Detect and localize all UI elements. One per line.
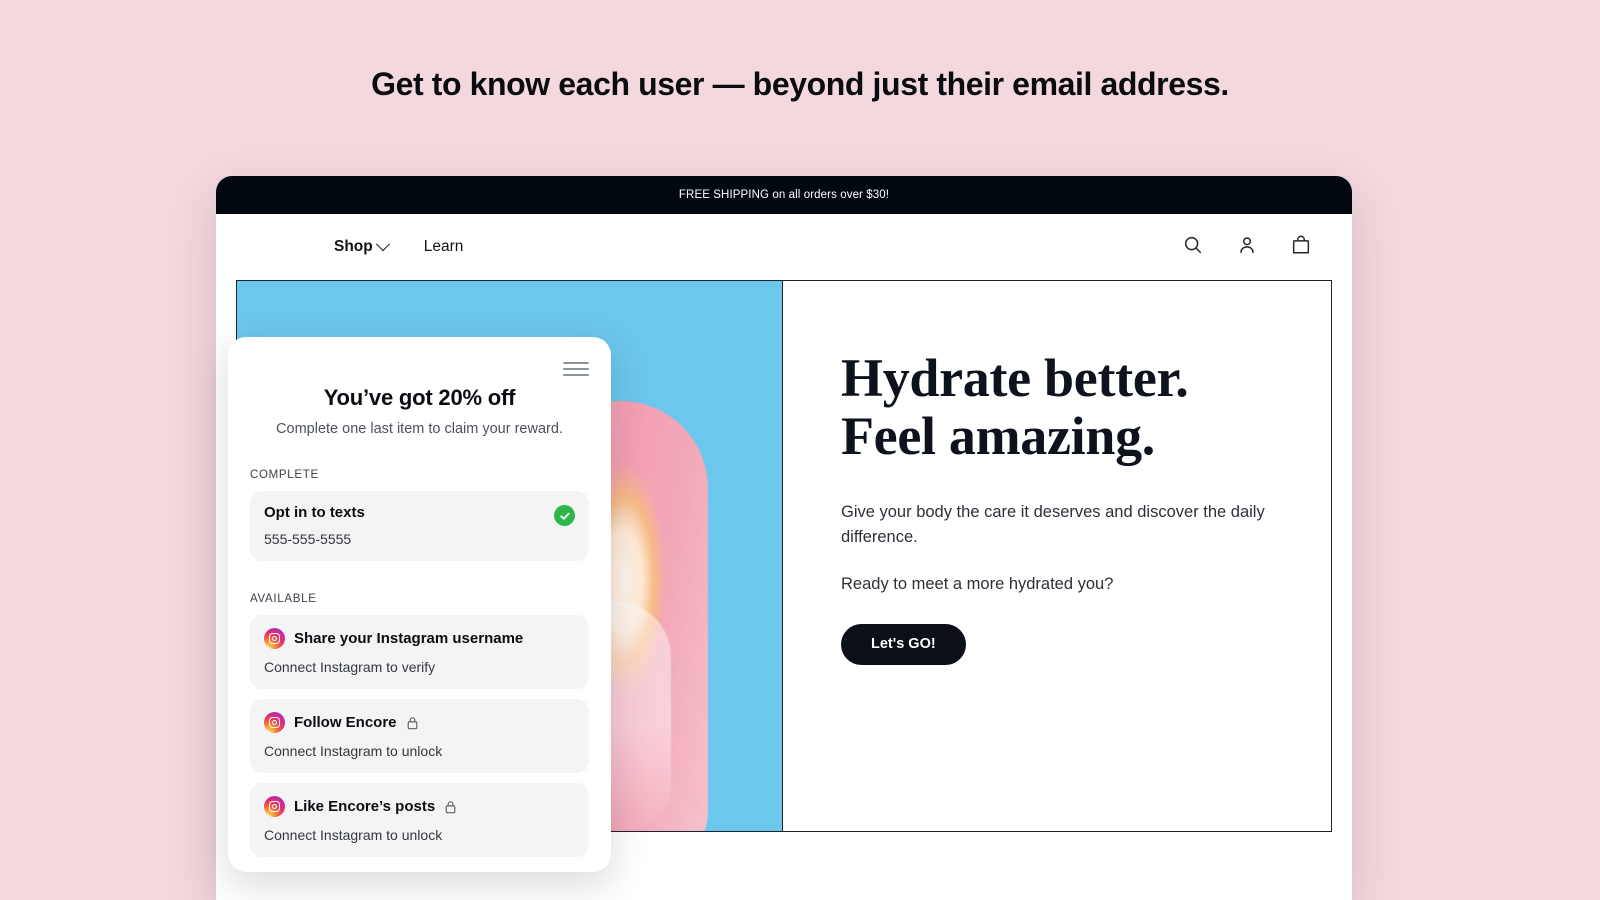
reward-card-subtitle: Complete one last item to claim your rew… bbox=[276, 421, 563, 437]
task-header: Follow Encore bbox=[264, 712, 575, 733]
nav-links: Shop Learn bbox=[334, 237, 464, 256]
instagram-icon bbox=[264, 712, 285, 733]
hero-cta-button[interactable]: Let's GO! bbox=[841, 623, 966, 665]
announcement-bar: FREE SHIPPING on all orders over $30! bbox=[216, 176, 1352, 214]
hamburger-menu-icon[interactable] bbox=[563, 359, 589, 379]
hero-title-line-2: Feel amazing. bbox=[841, 406, 1156, 467]
nav-item-shop-label: Shop bbox=[334, 238, 373, 255]
account-icon[interactable] bbox=[1236, 234, 1258, 261]
page-root: Get to know each user — beyond just thei… bbox=[0, 0, 1600, 900]
instagram-icon bbox=[264, 796, 285, 817]
lock-icon bbox=[444, 800, 457, 814]
task-subtitle: 555-555-5555 bbox=[264, 531, 352, 547]
task-subtitle: Connect Instagram to unlock bbox=[264, 827, 443, 843]
hero-copy: Hydrate better. Feel amazing. Give your … bbox=[783, 281, 1331, 831]
task-header: Share your Instagram username bbox=[264, 628, 575, 649]
page-title: Get to know each user — beyond just thei… bbox=[371, 66, 1229, 102]
hero-question-text: Ready to meet a more hydrated you? bbox=[841, 574, 1114, 593]
task-title: Like Encore’s posts bbox=[294, 798, 436, 815]
nav-item-learn-label: Learn bbox=[423, 238, 464, 255]
instagram-icon bbox=[264, 628, 285, 649]
task-item-opt-in-to-texts[interactable]: Opt in to texts 555-555-5555 bbox=[250, 491, 589, 561]
hamburger-line bbox=[563, 362, 589, 364]
hero-body-text: Give your body the care it deserves and … bbox=[841, 502, 1265, 547]
task-title: Share your Instagram username bbox=[294, 630, 524, 647]
task-item-share-instagram-username[interactable]: Share your Instagram username Connect In… bbox=[250, 615, 589, 689]
hero-title-line-1: Hydrate better. bbox=[841, 348, 1189, 408]
task-subtitle: Connect Instagram to unlock bbox=[264, 743, 443, 759]
reward-card: You’ve got 20% off Complete one last ite… bbox=[228, 337, 611, 872]
task-title: Follow Encore bbox=[294, 714, 397, 731]
section-label-complete: COMPLETE bbox=[250, 469, 319, 481]
reward-card-title: You’ve got 20% off bbox=[323, 385, 516, 410]
task-header: Like Encore’s posts bbox=[264, 796, 575, 817]
nav-icons bbox=[1182, 234, 1312, 261]
site-navigation: Shop Learn bbox=[216, 214, 1352, 280]
shopping-bag-icon[interactable] bbox=[1290, 234, 1312, 261]
task-header: Opt in to texts bbox=[264, 504, 575, 521]
hamburger-line bbox=[563, 368, 589, 370]
search-icon[interactable] bbox=[1182, 234, 1204, 261]
task-item-like-encore-posts[interactable]: Like Encore’s posts Connect Instagram to… bbox=[250, 783, 589, 857]
task-item-follow-encore[interactable]: Follow Encore Connect Instagram to unloc… bbox=[250, 699, 589, 773]
lock-icon bbox=[406, 716, 419, 730]
nav-item-shop[interactable]: Shop bbox=[334, 237, 390, 256]
section-label-available: AVAILABLE bbox=[250, 593, 317, 605]
task-title: Opt in to texts bbox=[264, 504, 365, 521]
announcement-text: FREE SHIPPING on all orders over $30! bbox=[678, 189, 890, 201]
chevron-down-icon bbox=[375, 237, 390, 252]
hamburger-line bbox=[563, 374, 589, 376]
green-check-icon bbox=[554, 505, 575, 526]
task-subtitle: Connect Instagram to verify bbox=[264, 659, 436, 675]
hero-title: Hydrate better. Feel amazing. bbox=[841, 349, 1331, 466]
nav-item-learn[interactable]: Learn bbox=[424, 238, 464, 256]
